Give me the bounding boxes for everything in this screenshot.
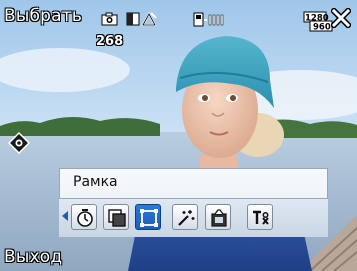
white-balance-icon [126, 12, 140, 26]
exit-softkey[interactable]: Выход [4, 247, 62, 267]
brightness-icon [141, 11, 157, 26]
tool-frame[interactable] [135, 204, 161, 230]
tool-picture[interactable] [205, 204, 231, 230]
panel-title: Рамка [73, 174, 118, 190]
select-softkey[interactable]: Выбрать [4, 6, 82, 26]
resolution-height-label: 960 [313, 23, 331, 33]
settings-icon [253, 210, 269, 225]
camera-viewfinder[interactable]: Выбрать 268 1280 960 Рамка Выход [0, 0, 357, 271]
settings-panel: Рамка [59, 168, 328, 237]
shots-remaining-count: 268 [96, 34, 124, 49]
tool-self-timer[interactable] [71, 204, 97, 230]
scroll-left-arrow-icon[interactable] [62, 211, 68, 221]
picture-icon [211, 209, 227, 227]
frame-icon [140, 209, 158, 227]
storage-icon [193, 12, 224, 27]
self-timer-icon [77, 209, 93, 227]
capture-mode-icon [108, 209, 126, 227]
resolution-icon: 1280 960 [303, 11, 333, 33]
camera-mode-icon [101, 12, 118, 26]
effect-icon [178, 210, 195, 226]
tool-effect[interactable] [172, 204, 198, 230]
tool-settings[interactable] [247, 204, 273, 230]
tool-capture-mode[interactable] [103, 204, 129, 230]
close-button[interactable] [331, 8, 351, 28]
navigation-pad-icon[interactable] [8, 132, 30, 154]
